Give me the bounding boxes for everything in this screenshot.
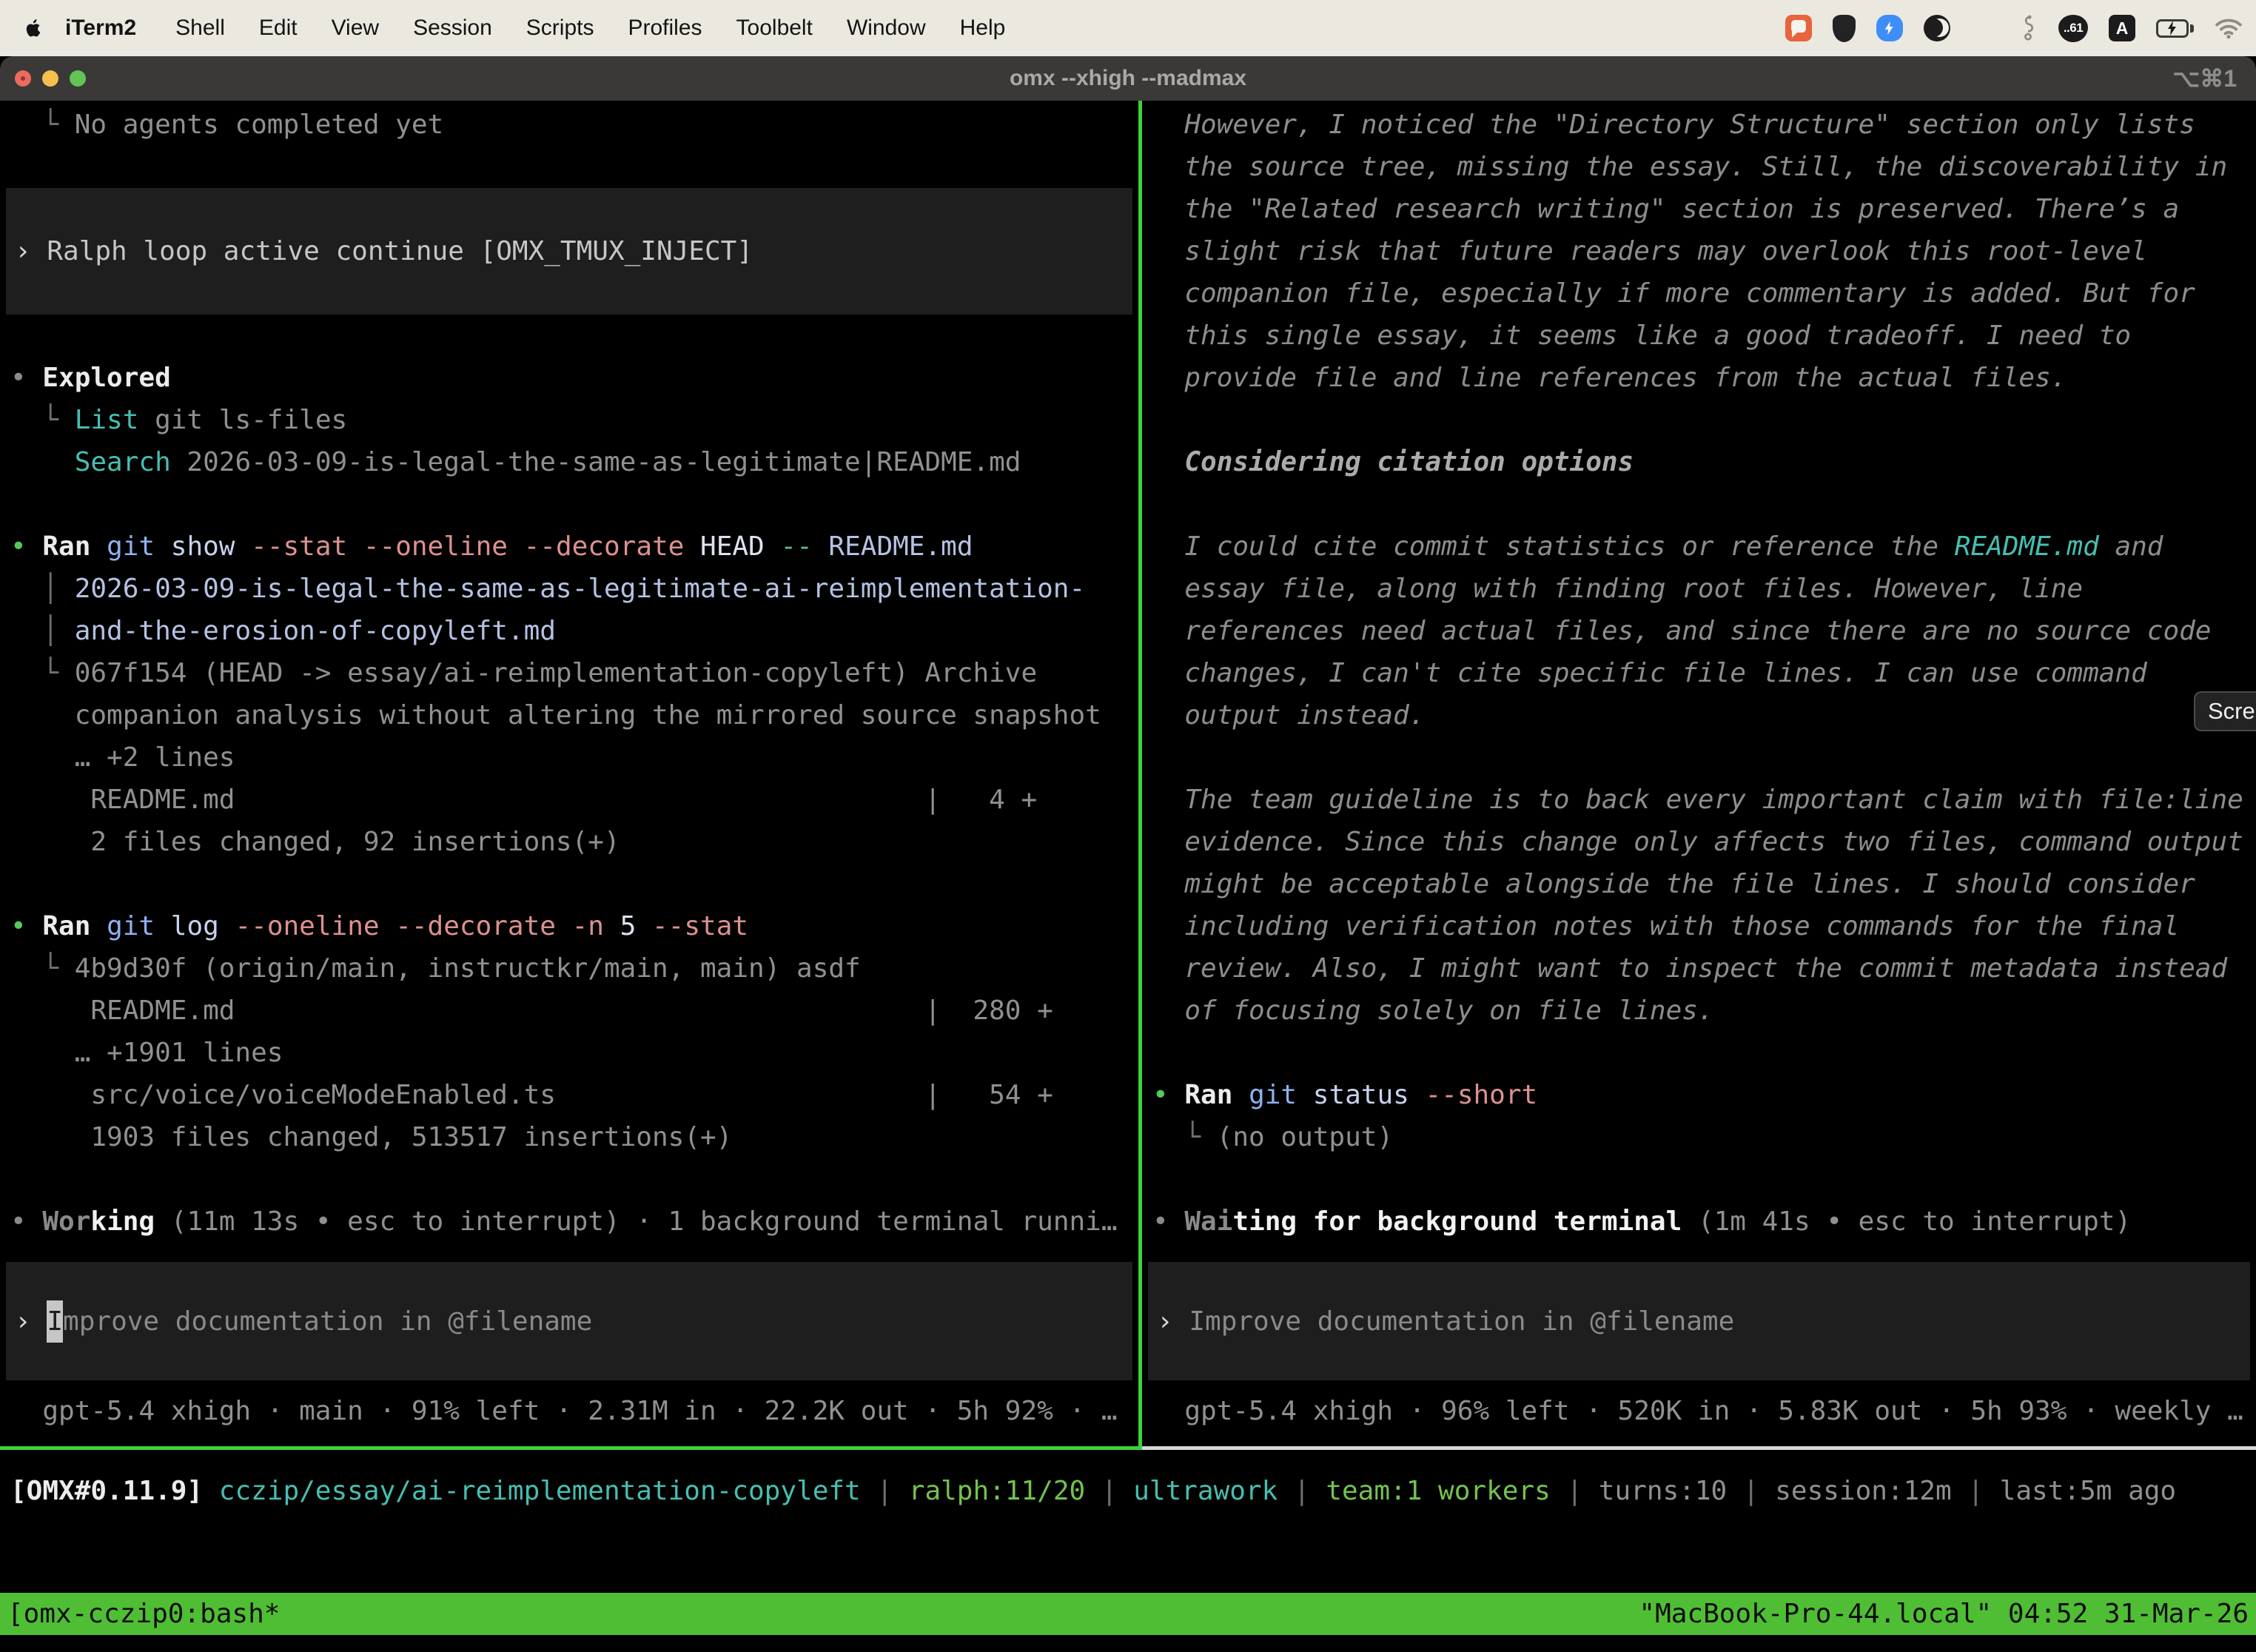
blank-line — [1142, 1158, 2256, 1201]
apple-menu[interactable] — [21, 16, 46, 41]
left-terminal-pane[interactable]: └ No agents completed yet › Ralph loop ac… — [0, 101, 1138, 1446]
chat-app-icon[interactable] — [1785, 15, 1812, 41]
terminal-line: review. Also, I might want to inspect th… — [1142, 947, 2256, 990]
terminal-line: • Ran git show --stat --oneline --decora… — [0, 526, 1138, 568]
lightning-app-icon[interactable] — [1876, 15, 1903, 41]
left-prompt-input[interactable]: › Improve documentation in @filename — [6, 1262, 1132, 1380]
terminal-line: └ 4b9d30f (origin/main, instructkr/main,… — [0, 947, 1138, 990]
tmux-status-bar: [omx-cczip0:bash* "MacBook-Pro-44.local"… — [0, 1593, 2256, 1635]
terminal-content: └ No agents completed yet › Ralph loop ac… — [0, 101, 2256, 1652]
menu-view[interactable]: View — [332, 16, 379, 40]
terminal-line: │ 2026-03-09-is-legal-the-same-as-legiti… — [0, 568, 1138, 610]
terminal-line: the "Related research writing" section i… — [1142, 188, 2256, 230]
left-pane-output: └ No agents completed yet › Ralph loop ac… — [0, 101, 1138, 1243]
terminal-line: Considering citation options — [1142, 441, 2256, 483]
terminal-line: The team guideline is to back every impo… — [1142, 779, 2256, 821]
terminal-line: essay file, along with finding root file… — [1142, 568, 2256, 610]
window-title-bar[interactable]: omx --xhigh --madmax ⌥⌘1 — [0, 56, 2256, 101]
blank-line — [0, 146, 1138, 188]
terminal-line: including verification notes with those … — [1142, 905, 2256, 947]
battery-icon[interactable] — [2156, 19, 2194, 38]
menu-shell[interactable]: Shell — [175, 16, 225, 40]
menu-bar-status-area: ..61 A — [1785, 15, 2243, 42]
terminal-line: evidence. Since this change only affects… — [1142, 821, 2256, 863]
terminal-line: … +2 lines — [0, 736, 1138, 779]
terminal-line: • Ran git log --oneline --decorate -n 5 … — [0, 905, 1138, 947]
terminal-line: the source tree, missing the essay. Stil… — [1142, 146, 2256, 188]
terminal-line: • Ran git status --short — [1142, 1074, 2256, 1116]
menu-help[interactable]: Help — [960, 16, 1006, 40]
squiggle-icon[interactable] — [2018, 15, 2038, 41]
window-title: omx --xhigh --madmax — [0, 66, 2256, 91]
blank-line — [0, 483, 1138, 526]
terminal-line: └ 067f154 (HEAD -> essay/ai-reimplementa… — [0, 652, 1138, 694]
menu-bar: iTerm2 Shell Edit View Session Scripts Profil… — [0, 0, 2256, 56]
terminal-line: README.md | 280 + — [0, 990, 1138, 1032]
terminal-line: companion file, especially if more comme… — [1142, 272, 2256, 315]
terminal-line: slight risk that future readers may over… — [1142, 230, 2256, 272]
menu-window[interactable]: Window — [847, 16, 926, 40]
iterm2-window: omx --xhigh --madmax ⌥⌘1 └ No agents com… — [0, 56, 2256, 1652]
timer-badge-icon[interactable]: ..61 — [2058, 15, 2088, 42]
terminal-line: However, I noticed the "Directory Struct… — [1142, 104, 2256, 146]
window-shortcut-badge: ⌥⌘1 — [2172, 64, 2237, 93]
left-pane-bottom-border — [0, 1446, 1138, 1450]
terminal-line: this single essay, it seems like a good … — [1142, 315, 2256, 357]
menu-profiles[interactable]: Profiles — [628, 16, 702, 40]
right-prompt-input[interactable]: › Improve documentation in @filename — [1148, 1262, 2250, 1380]
blank-line — [1142, 736, 2256, 779]
terminal-line: 2 files changed, 92 insertions(+) — [0, 821, 1138, 863]
blank-line — [0, 315, 1138, 357]
terminal-line: • Waiting for background terminal (1m 41… — [1142, 1201, 2256, 1243]
terminal-line: └ No agents completed yet — [0, 104, 1138, 146]
terminal-line: changes, I can't cite specific file line… — [1142, 652, 2256, 694]
right-pane-output: However, I noticed the "Directory Struct… — [1142, 101, 2256, 1243]
menu-app-name[interactable]: iTerm2 — [65, 16, 136, 41]
terminal-line: of focusing solely on file lines. — [1142, 990, 2256, 1032]
terminal-line: references need actual files, and since … — [1142, 610, 2256, 652]
blank-line — [1142, 483, 2256, 526]
inject-banner-text: › Ralph loop active continue [OMX_TMUX_I… — [6, 230, 753, 272]
terminal-line: output instead. — [1142, 694, 2256, 736]
terminal-line: provide file and line references from th… — [1142, 357, 2256, 399]
terminal-line: src/voice/voiceModeEnabled.ts | 54 + — [0, 1074, 1138, 1116]
terminal-line: companion analysis without altering the … — [0, 694, 1138, 736]
menu-scripts[interactable]: Scripts — [526, 16, 594, 40]
screen-edge-tooltip: Scre — [2194, 691, 2256, 731]
terminal-line: └ (no output) — [1142, 1116, 2256, 1158]
right-model-status-line: gpt-5.4 xhigh · 96% left · 520K in · 5.8… — [1142, 1390, 2256, 1432]
inject-banner: › Ralph loop active continue [OMX_TMUX_I… — [6, 188, 1132, 315]
menu-toolbelt[interactable]: Toolbelt — [736, 16, 813, 40]
terminal-line: • Explored — [0, 357, 1138, 399]
terminal-line: │ and-the-erosion-of-copyleft.md — [0, 610, 1138, 652]
dots-grid-icon[interactable] — [1971, 15, 1998, 41]
terminal-line: might be acceptable alongside the file l… — [1142, 863, 2256, 905]
wifi-icon[interactable] — [2215, 17, 2243, 39]
tmux-session-label: [omx-cczip0:bash* — [7, 1593, 280, 1635]
omx-status-bar: [OMX#0.11.9] cczip/essay/ai-reimplementa… — [0, 1470, 2256, 1512]
blank-line — [0, 863, 1138, 905]
terminal-line: └ List git ls-files — [0, 399, 1138, 441]
terminal-line: 1903 files changed, 513517 insertions(+) — [0, 1116, 1138, 1158]
shield-grid-icon[interactable] — [1833, 15, 1856, 42]
terminal-line: I could cite commit statistics or refere… — [1142, 526, 2256, 568]
right-terminal-pane[interactable]: However, I noticed the "Directory Struct… — [1142, 101, 2256, 1446]
tmux-host-clock: "MacBook-Pro-44.local" 04:52 31-Mar-26 — [1639, 1593, 2249, 1635]
terminal-line: • Working (11m 13s • esc to interrupt) ·… — [0, 1201, 1138, 1243]
blank-line — [1142, 399, 2256, 441]
lens-app-icon[interactable] — [1924, 15, 1950, 41]
keyboard-a-icon[interactable]: A — [2109, 15, 2135, 41]
right-pane-bottom-border — [1142, 1446, 2256, 1450]
menu-session[interactable]: Session — [413, 16, 492, 40]
terminal-line: Search 2026-03-09-is-legal-the-same-as-l… — [0, 441, 1138, 483]
menu-edit[interactable]: Edit — [259, 16, 298, 40]
menu-items: Shell Edit View Session Scripts Profiles Toolb… — [158, 16, 1022, 41]
left-model-status-line: gpt-5.4 xhigh · main · 91% left · 2.31M … — [0, 1390, 1138, 1432]
blank-line — [0, 1158, 1138, 1201]
terminal-line: README.md | 4 + — [0, 779, 1138, 821]
blank-line — [1142, 1032, 2256, 1074]
apple-icon — [23, 16, 44, 40]
terminal-line: … +1901 lines — [0, 1032, 1138, 1074]
